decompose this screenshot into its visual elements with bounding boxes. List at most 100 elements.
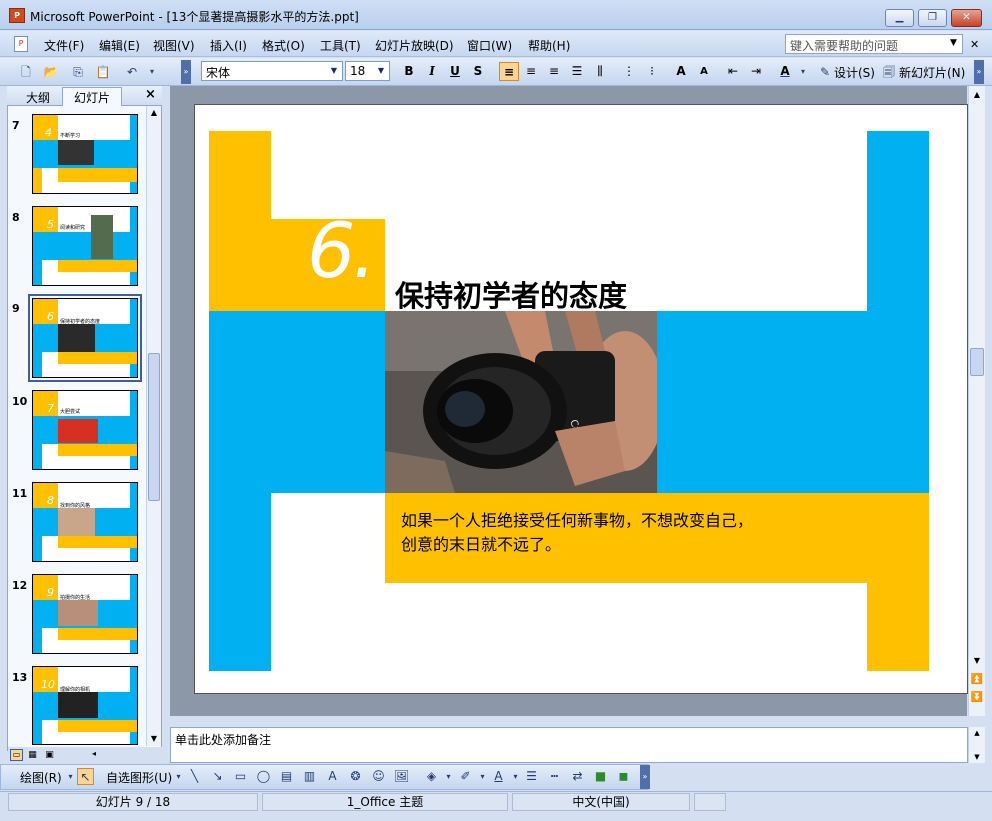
notes-placeholder[interactable]: 单击此处添加备注 <box>175 731 271 748</box>
fill-color-icon[interactable]: ◈ <box>423 768 440 785</box>
dash-style-icon[interactable]: ┅ <box>546 768 563 785</box>
document-icon[interactable]: P <box>14 36 28 52</box>
italic-button[interactable]: I <box>422 62 442 81</box>
draw-menu[interactable]: 绘图(R) <box>20 769 62 786</box>
line-icon[interactable]: ╲ <box>186 768 203 785</box>
notes-scrollbar[interactable]: ▲ ▼ <box>968 727 985 763</box>
font-color-icon[interactable]: A <box>490 768 507 785</box>
menu-file[interactable]: 文件(F) <box>44 37 84 54</box>
camera-photo[interactable]: Canon <box>385 311 657 493</box>
tab-slides[interactable]: 幻灯片 <box>74 89 110 106</box>
slide-number-text[interactable]: 6. <box>307 213 376 289</box>
new-slide-button[interactable]: 新幻灯片(N) <box>899 64 965 81</box>
clipart-icon[interactable]: ☺ <box>370 768 387 785</box>
rectangle-icon[interactable]: ▭ <box>232 768 249 785</box>
toolbar-options-icon[interactable]: » <box>181 60 191 84</box>
decrease-indent-button[interactable]: ⇤ <box>723 62 743 81</box>
line-color-icon[interactable]: ✐ <box>457 768 474 785</box>
select-pointer-icon[interactable]: ↖ <box>77 768 94 785</box>
slide-thumbnail-10[interactable]: 7 大胆尝试 <box>32 390 138 470</box>
slide-scroll-thumb[interactable] <box>970 348 984 376</box>
bullets-button[interactable]: ⁝ <box>642 62 662 81</box>
slide-thumbnail-13[interactable]: 10 理解你的相机 <box>32 666 138 745</box>
help-search-input[interactable]: 键入需要帮助的问题 <box>785 34 963 54</box>
previous-slide-icon[interactable]: ⏫ <box>969 672 985 688</box>
slide-canvas[interactable]: 6. 保持初学者的态度 Canon 如果一个人拒绝接受任何新事物，不想改变自己，… <box>194 104 968 694</box>
open-icon[interactable]: 📂 <box>43 64 59 80</box>
slide-thumbnail-12[interactable]: 9 拍摄你的生活 <box>32 574 138 654</box>
chevron-down-icon[interactable]: ▼ <box>950 38 957 48</box>
chevron-down-icon[interactable]: ▾ <box>440 768 457 785</box>
normal-view-icon[interactable]: ▭ <box>10 749 23 761</box>
new-document-icon[interactable]: 🗋 <box>18 64 34 80</box>
menu-window[interactable]: 窗口(W) <box>467 37 512 54</box>
distributed-button[interactable]: ⫼ <box>590 62 610 81</box>
chevron-down-icon[interactable]: ▼ <box>327 63 341 79</box>
copy-icon[interactable]: ⎘ <box>70 64 86 80</box>
powerpoint-icon[interactable]: P <box>9 8 25 23</box>
increase-indent-button[interactable]: ⇥ <box>746 62 766 81</box>
wordart-icon[interactable]: A <box>324 768 341 785</box>
autoshapes-menu[interactable]: 自选图形(U) <box>106 769 172 786</box>
chevron-down-icon[interactable]: ▼ <box>374 63 388 79</box>
doc-close-icon[interactable]: ✕ <box>970 38 979 51</box>
underline-button[interactable]: U <box>445 62 465 81</box>
align-left-button[interactable]: ≡ <box>499 62 519 81</box>
toolbar-options-icon[interactable]: » <box>640 765 650 789</box>
next-slide-icon[interactable]: ⏬ <box>969 690 985 706</box>
slide-heading[interactable]: 保持初学者的态度 <box>395 273 627 315</box>
arrow-style-icon[interactable]: ⇄ <box>569 768 586 785</box>
font-size-combo[interactable]: 18 ▼ <box>345 61 390 81</box>
shadow-style-icon[interactable]: ■ <box>592 768 609 785</box>
slide-thumbnail-8[interactable]: 5 阅读和研究 <box>32 206 138 286</box>
scroll-up-icon[interactable]: ▲ <box>147 106 161 120</box>
justify-button[interactable]: ☰ <box>567 62 587 81</box>
slide-thumbnail-11[interactable]: 8 找到你的风格 <box>32 482 138 562</box>
tab-outline[interactable]: 大纲 <box>26 89 50 106</box>
scroll-up-icon[interactable]: ▲ <box>969 88 985 102</box>
close-button[interactable]: ✕ <box>951 9 982 27</box>
chevron-down-icon[interactable]: ▾ <box>795 64 811 80</box>
slide-thumbnail-7[interactable]: 4 不断学习 <box>32 114 138 194</box>
font-color-button[interactable]: A <box>775 62 795 81</box>
menu-slideshow[interactable]: 幻灯片放映(D) <box>375 37 454 54</box>
menu-tools[interactable]: 工具(T) <box>320 37 361 54</box>
increase-font-button[interactable]: A <box>671 62 691 81</box>
undo-dropdown-icon[interactable]: ▾ <box>144 64 160 80</box>
arrow-icon[interactable]: ↘ <box>209 768 226 785</box>
menu-view[interactable]: 视图(V) <box>153 37 195 54</box>
notes-pane[interactable] <box>170 727 968 763</box>
oval-icon[interactable]: ◯ <box>255 768 272 785</box>
font-name-combo[interactable]: 宋体 ▼ <box>201 61 343 81</box>
scroll-down-icon[interactable]: ▼ <box>147 732 161 746</box>
picture-icon[interactable]: 🖼 <box>393 768 410 785</box>
panel-scrollbar[interactable]: ▲ ▼ <box>146 106 161 746</box>
undo-icon[interactable]: ↶ <box>124 64 140 80</box>
slide-thumbnail-9[interactable]: 6 保持初学者的态度 <box>28 294 142 382</box>
decrease-font-button[interactable]: A <box>694 62 714 81</box>
panel-scroll-thumb[interactable] <box>148 353 160 501</box>
chevron-down-icon[interactable]: ▾ <box>474 768 491 785</box>
bold-button[interactable]: B <box>399 62 419 81</box>
chevron-down-icon[interactable]: ▾ <box>170 768 187 785</box>
slide-sorter-icon[interactable]: ▦ <box>26 749 39 761</box>
line-style-icon[interactable]: ☰ <box>523 768 540 785</box>
textbox-icon[interactable]: ▤ <box>278 768 295 785</box>
3d-style-icon[interactable]: ◼ <box>615 768 632 785</box>
numbering-button[interactable]: ⋮ <box>619 62 639 81</box>
menu-edit[interactable]: 编辑(E) <box>99 37 140 54</box>
menu-help[interactable]: 帮助(H) <box>528 37 570 54</box>
close-icon[interactable]: × <box>145 87 156 102</box>
align-right-button[interactable]: ≡ <box>544 62 564 81</box>
scroll-left-icon[interactable]: ◂ <box>92 749 96 758</box>
scroll-up-icon[interactable]: ▲ <box>969 727 985 739</box>
align-center-button[interactable]: ≡ <box>521 62 541 81</box>
shadow-button[interactable]: S <box>468 62 488 81</box>
slide-body-line-2[interactable]: 创意的末日就不远了。 <box>401 531 561 555</box>
vertical-textbox-icon[interactable]: ▥ <box>301 768 318 785</box>
scroll-down-icon[interactable]: ▼ <box>969 654 985 668</box>
slide-scrollbar[interactable]: ▲ ▼ ⏫ ⏬ <box>968 86 985 716</box>
toolbar-options-icon[interactable]: » <box>974 60 984 84</box>
menu-insert[interactable]: 插入(I) <box>210 37 247 54</box>
chevron-down-icon[interactable]: ▾ <box>507 768 524 785</box>
